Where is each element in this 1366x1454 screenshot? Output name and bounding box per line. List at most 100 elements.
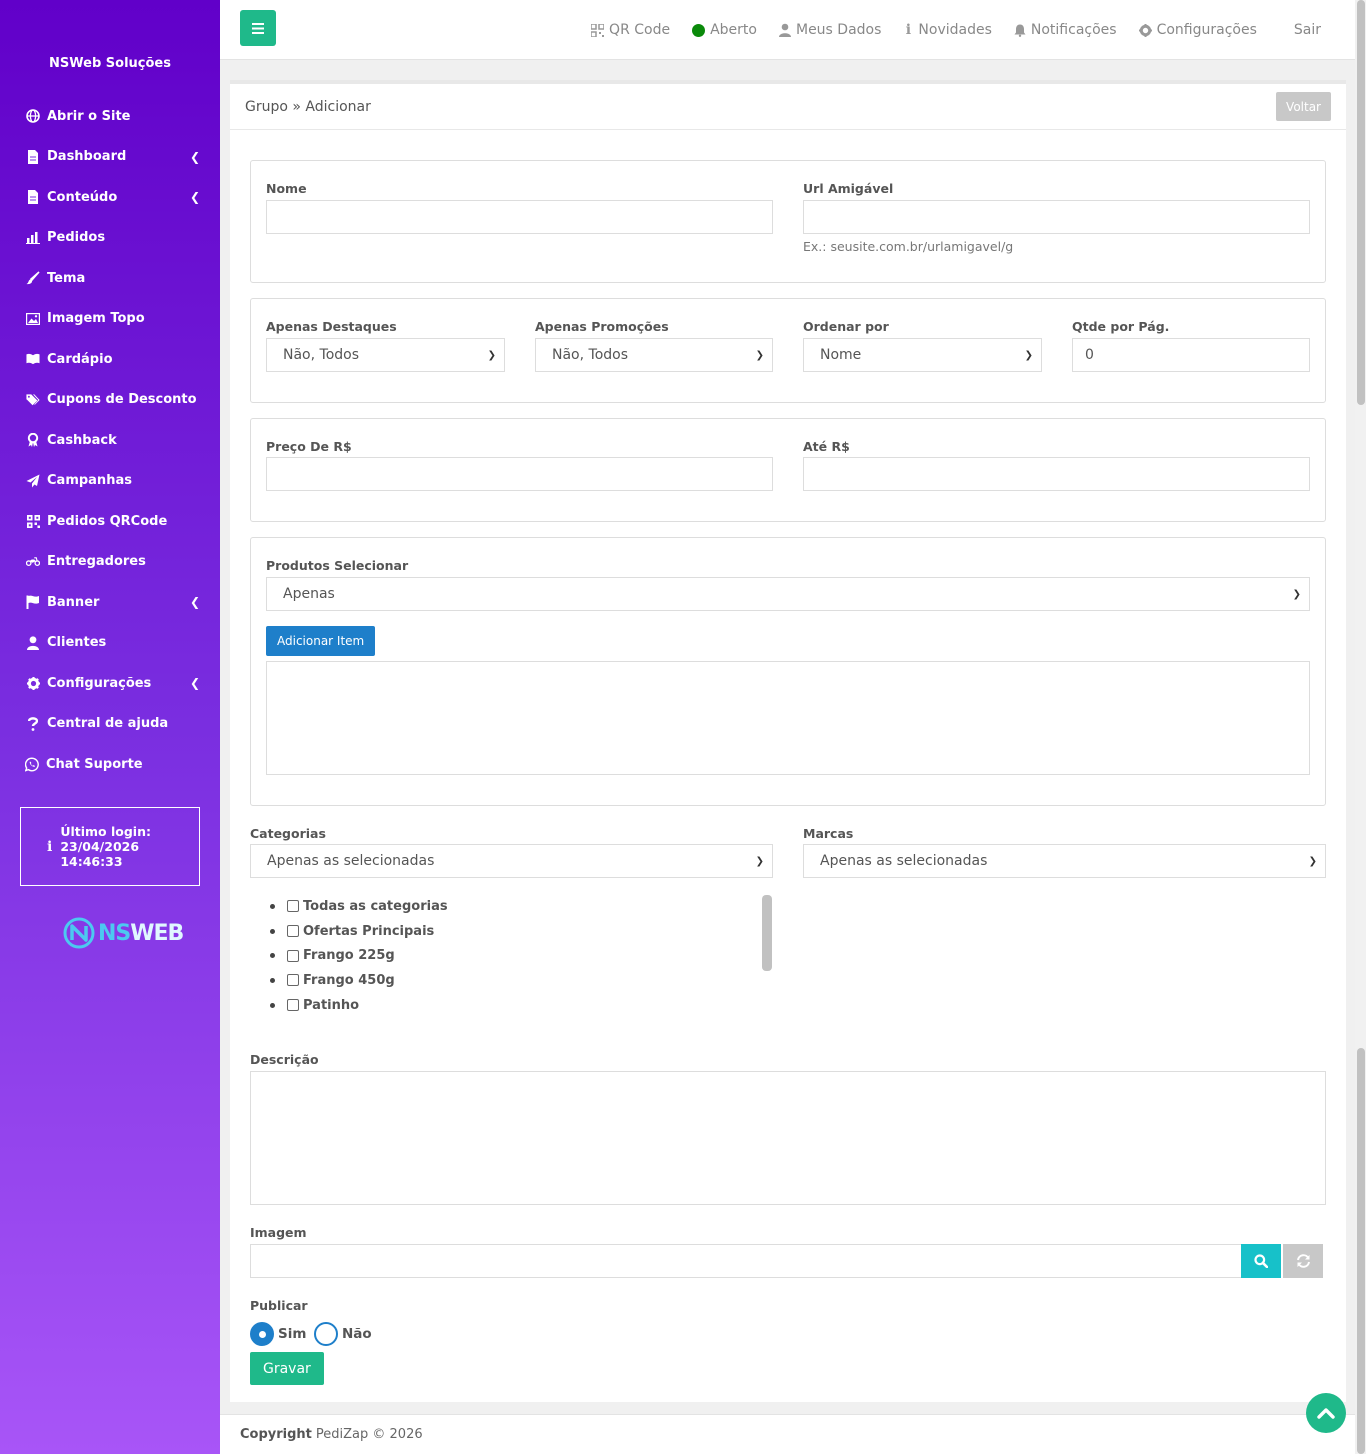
sidebar-item-entregadores[interactable]: Entregadores [0,542,220,583]
promocoes-select[interactable]: Não, Todos ❯ [535,338,773,372]
category-checkbox[interactable] [287,925,299,938]
image-reset-button[interactable] [1283,1244,1323,1278]
promocoes-label: Apenas Promoções [535,319,669,334]
sidebar-item-label: Central de ajuda [47,716,169,732]
url-input[interactable] [803,200,1310,234]
descricao-textarea[interactable] [250,1071,1326,1205]
chevron-down-icon: ❯ [1308,855,1317,867]
paper-plane-icon [26,474,40,488]
sidebar-item-clientes[interactable]: Clientes [0,623,220,664]
category-checkbox[interactable] [287,900,299,913]
gear-icon [1138,23,1152,37]
category-checkbox[interactable] [287,974,299,987]
marcas-value: Apenas as selecionadas [820,853,988,869]
adicionar-item-button[interactable]: Adicionar Item [266,626,376,656]
main-panel: Grupo » Adicionar Voltar Nome Url Amigáv… [230,80,1346,1402]
qrcode-icon [26,514,40,528]
sidebar-item-tema[interactable]: Tema [0,258,220,299]
sidebar-item-conteudo[interactable]: Conteúdo ❮ [0,177,220,218]
categories-scrollbar[interactable] [762,895,772,971]
category-item[interactable]: Frango 450g [270,968,448,993]
sidebar-item-central-de-ajuda[interactable]: Central de ajuda [0,704,220,745]
tags-icon [26,393,40,407]
sidebar-item-cupons-de-desconto[interactable]: Cupons de Desconto [0,380,220,421]
imagem-input[interactable] [250,1244,1242,1278]
qr-code-link[interactable]: QR Code [591,22,670,38]
ordenar-value: Nome [820,347,862,363]
page-scrollbar[interactable] [1355,0,1366,1454]
last-login-time: 14:46:33 [60,854,123,869]
sidebar-item-label: Pedidos [47,230,106,246]
scrollbar-thumb-lower[interactable] [1357,1048,1365,1454]
sidebar-item-banner[interactable]: Banner ❮ [0,582,220,623]
nome-input[interactable] [266,200,773,234]
marcas-select[interactable]: Apenas as selecionadas ❯ [803,844,1326,878]
bullet-icon [270,953,275,959]
nsweb-logo-text: NSWEB [98,920,184,946]
radio-checked-icon [250,1322,274,1346]
sidebar-item-chat-suporte[interactable]: Chat Suporte [0,744,220,785]
publicar-nao-radio[interactable]: Não [314,1322,372,1346]
radio-unchecked-icon [314,1322,338,1346]
preco-de-label: Preço De R$ [266,439,352,454]
category-item[interactable]: Patinho [270,993,448,1018]
voltar-button[interactable]: Voltar [1276,92,1331,121]
preco-de-input[interactable] [266,457,773,491]
sidebar-item-label: Campanhas [47,473,132,489]
bullet-icon [270,1002,275,1008]
category-item[interactable]: Frango 225g [270,943,448,968]
categorias-select[interactable]: Apenas as selecionadas ❯ [250,844,773,878]
sidebar-item-cardapio[interactable]: Cardápio [0,339,220,380]
user-icon [26,636,40,650]
brand-name: NSWeb Soluções [49,56,171,71]
user-icon [778,23,791,37]
status-open-link[interactable]: Aberto [692,22,757,38]
produtos-value: Apenas [283,586,335,602]
category-item[interactable]: Ofertas Principais [270,919,448,944]
category-label: Todas as categorias [303,898,448,914]
image-icon [26,312,40,326]
sair-link[interactable]: Sair [1294,22,1321,38]
scrollbar-thumb[interactable] [1357,0,1365,405]
meus-dados-link[interactable]: Meus Dados [778,22,881,38]
sidebar-item-imagem-topo[interactable]: Imagem Topo [0,299,220,340]
bullet-icon [270,928,275,934]
category-checkbox[interactable] [287,999,299,1012]
produtos-textarea[interactable] [266,661,1310,775]
ordenar-label: Ordenar por [803,319,889,334]
notificacoes-link[interactable]: Notificações [1014,22,1117,38]
ate-input[interactable] [803,457,1310,491]
sidebar-item-label: Cashback [47,432,117,448]
publicar-sim-radio[interactable]: Sim [250,1322,306,1346]
sidebar-item-campanhas[interactable]: Campanhas [0,461,220,502]
chevron-up-icon [1317,1408,1335,1419]
novidades-link[interactable]: i Novidades [903,22,992,38]
url-help-text: Ex.: seusite.com.br/urlamigavel/g [803,239,1014,254]
sidebar-item-configuracoes[interactable]: Configurações ❮ [0,663,220,704]
sidebar-item-cashback[interactable]: Cashback [0,420,220,461]
destaques-select[interactable]: Não, Todos ❯ [266,338,505,372]
panel-header: Grupo » Adicionar Voltar [230,84,1346,130]
sidebar-item-pedidos-qrcode[interactable]: Pedidos QRCode [0,501,220,542]
qtde-input[interactable]: 0 [1072,338,1310,372]
publicar-sim-label: Sim [278,1326,307,1342]
search-icon [1254,1254,1268,1268]
question-icon [26,716,40,731]
sidebar-item-label: Chat Suporte [46,756,143,772]
copyright-text: PediZap © 2026 [315,1427,423,1442]
configuracoes-link[interactable]: Configurações [1138,22,1257,38]
gravar-button[interactable]: Gravar [250,1352,324,1385]
categorias-value: Apenas as selecionadas [267,853,435,869]
sidebar-item-abrir-o-site[interactable]: Abrir o Site [0,96,220,137]
chevron-left-icon: ❮ [189,190,200,205]
produtos-select[interactable]: Apenas ❯ [266,577,1310,611]
sidebar-item-pedidos[interactable]: Pedidos [0,218,220,259]
scroll-to-top-button[interactable] [1306,1393,1346,1433]
image-search-button[interactable] [1241,1244,1281,1278]
menu-toggle-button[interactable] [240,10,276,46]
category-item[interactable]: Todas as categorias [270,894,448,919]
category-checkbox[interactable] [287,949,299,962]
sidebar-item-dashboard[interactable]: Dashboard ❮ [0,137,220,178]
categorias-label: Categorias [250,826,326,841]
ordenar-select[interactable]: Nome ❯ [803,338,1042,372]
